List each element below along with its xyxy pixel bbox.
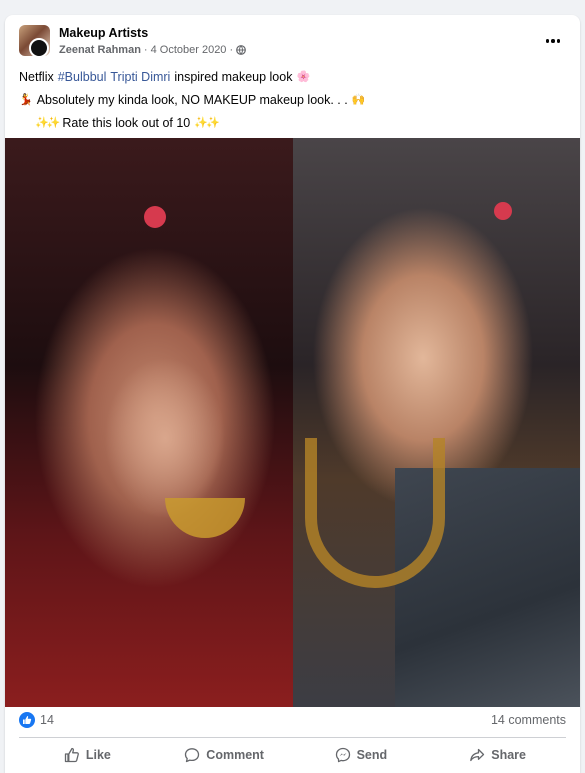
- photo-bindi-right: [494, 202, 512, 220]
- actions-divider: [19, 737, 566, 738]
- post-meta: Zeenat Rahman · 4 October 2020 ·: [59, 44, 247, 56]
- sparkles-emoji-icon: ✨✨: [35, 117, 60, 129]
- post-photo[interactable]: [5, 138, 580, 707]
- post-date[interactable]: 4 October 2020: [151, 44, 227, 56]
- comment-button-label: Comment: [206, 748, 264, 762]
- post-text-line2: Absolutely my kinda look, NO MAKEUP make…: [36, 93, 348, 107]
- tagged-person-link[interactable]: Tripti Dimri: [110, 66, 170, 89]
- comment-button[interactable]: Comment: [156, 741, 293, 769]
- comment-icon: [185, 748, 200, 763]
- group-name-link[interactable]: Makeup Artists: [59, 26, 148, 40]
- like-button[interactable]: Like: [19, 741, 156, 769]
- group-avatar[interactable]: [19, 25, 50, 56]
- post-line-3: ✨✨ Rate this look out of 10 ✨✨: [19, 112, 566, 135]
- post-text-netflix: Netflix: [19, 70, 54, 84]
- share-button-label: Share: [491, 748, 526, 762]
- author-avatar[interactable]: [29, 38, 49, 56]
- like-reaction-icon[interactable]: [19, 712, 35, 728]
- share-button[interactable]: Share: [429, 741, 566, 769]
- more-options-icon[interactable]: [540, 33, 566, 49]
- messenger-icon: [335, 747, 350, 763]
- post-line-1: Netflix #Bulbbul Tripti Dimri inspired m…: [19, 66, 566, 89]
- send-button-label: Send: [356, 748, 388, 762]
- thumbs-up-icon: [64, 747, 79, 763]
- send-button[interactable]: Send: [293, 741, 430, 769]
- author-name-link[interactable]: Zeenat Rahman: [59, 44, 141, 56]
- post-text: Netflix #Bulbbul Tripti Dimri inspired m…: [19, 66, 566, 135]
- meta-separator: ·: [143, 44, 148, 56]
- meta-separator: ·: [229, 44, 234, 56]
- post-text-suffix: inspired makeup look: [174, 70, 293, 84]
- photo-necklace-right: [305, 438, 445, 588]
- globe-icon: [236, 45, 247, 55]
- like-button-label: Like: [85, 748, 111, 762]
- post-actions: Like Comment Send Share: [19, 741, 566, 769]
- flower-emoji-icon: 🌸: [296, 71, 311, 83]
- sparkles-emoji-icon: ✨✨: [194, 117, 219, 129]
- post-line-2: 💃 Absolutely my kinda look, NO MAKEUP ma…: [19, 89, 566, 112]
- share-icon: [470, 748, 485, 762]
- post-header: Makeup Artists Zeenat Rahman · 4 October…: [19, 25, 566, 61]
- post-card: Makeup Artists Zeenat Rahman · 4 October…: [5, 15, 580, 773]
- hashtag-link[interactable]: #Bulbbul: [58, 66, 107, 89]
- post-stats: 14 14 comments: [19, 712, 566, 730]
- dancer-emoji-icon: 💃: [19, 94, 33, 106]
- raised-hands-emoji-icon: 🙌: [351, 94, 366, 106]
- photo-bindi-left: [144, 206, 166, 228]
- like-count[interactable]: 14: [40, 713, 54, 727]
- comments-count-link[interactable]: 14 comments: [491, 713, 566, 727]
- post-text-line3: Rate this look out of 10: [62, 116, 191, 130]
